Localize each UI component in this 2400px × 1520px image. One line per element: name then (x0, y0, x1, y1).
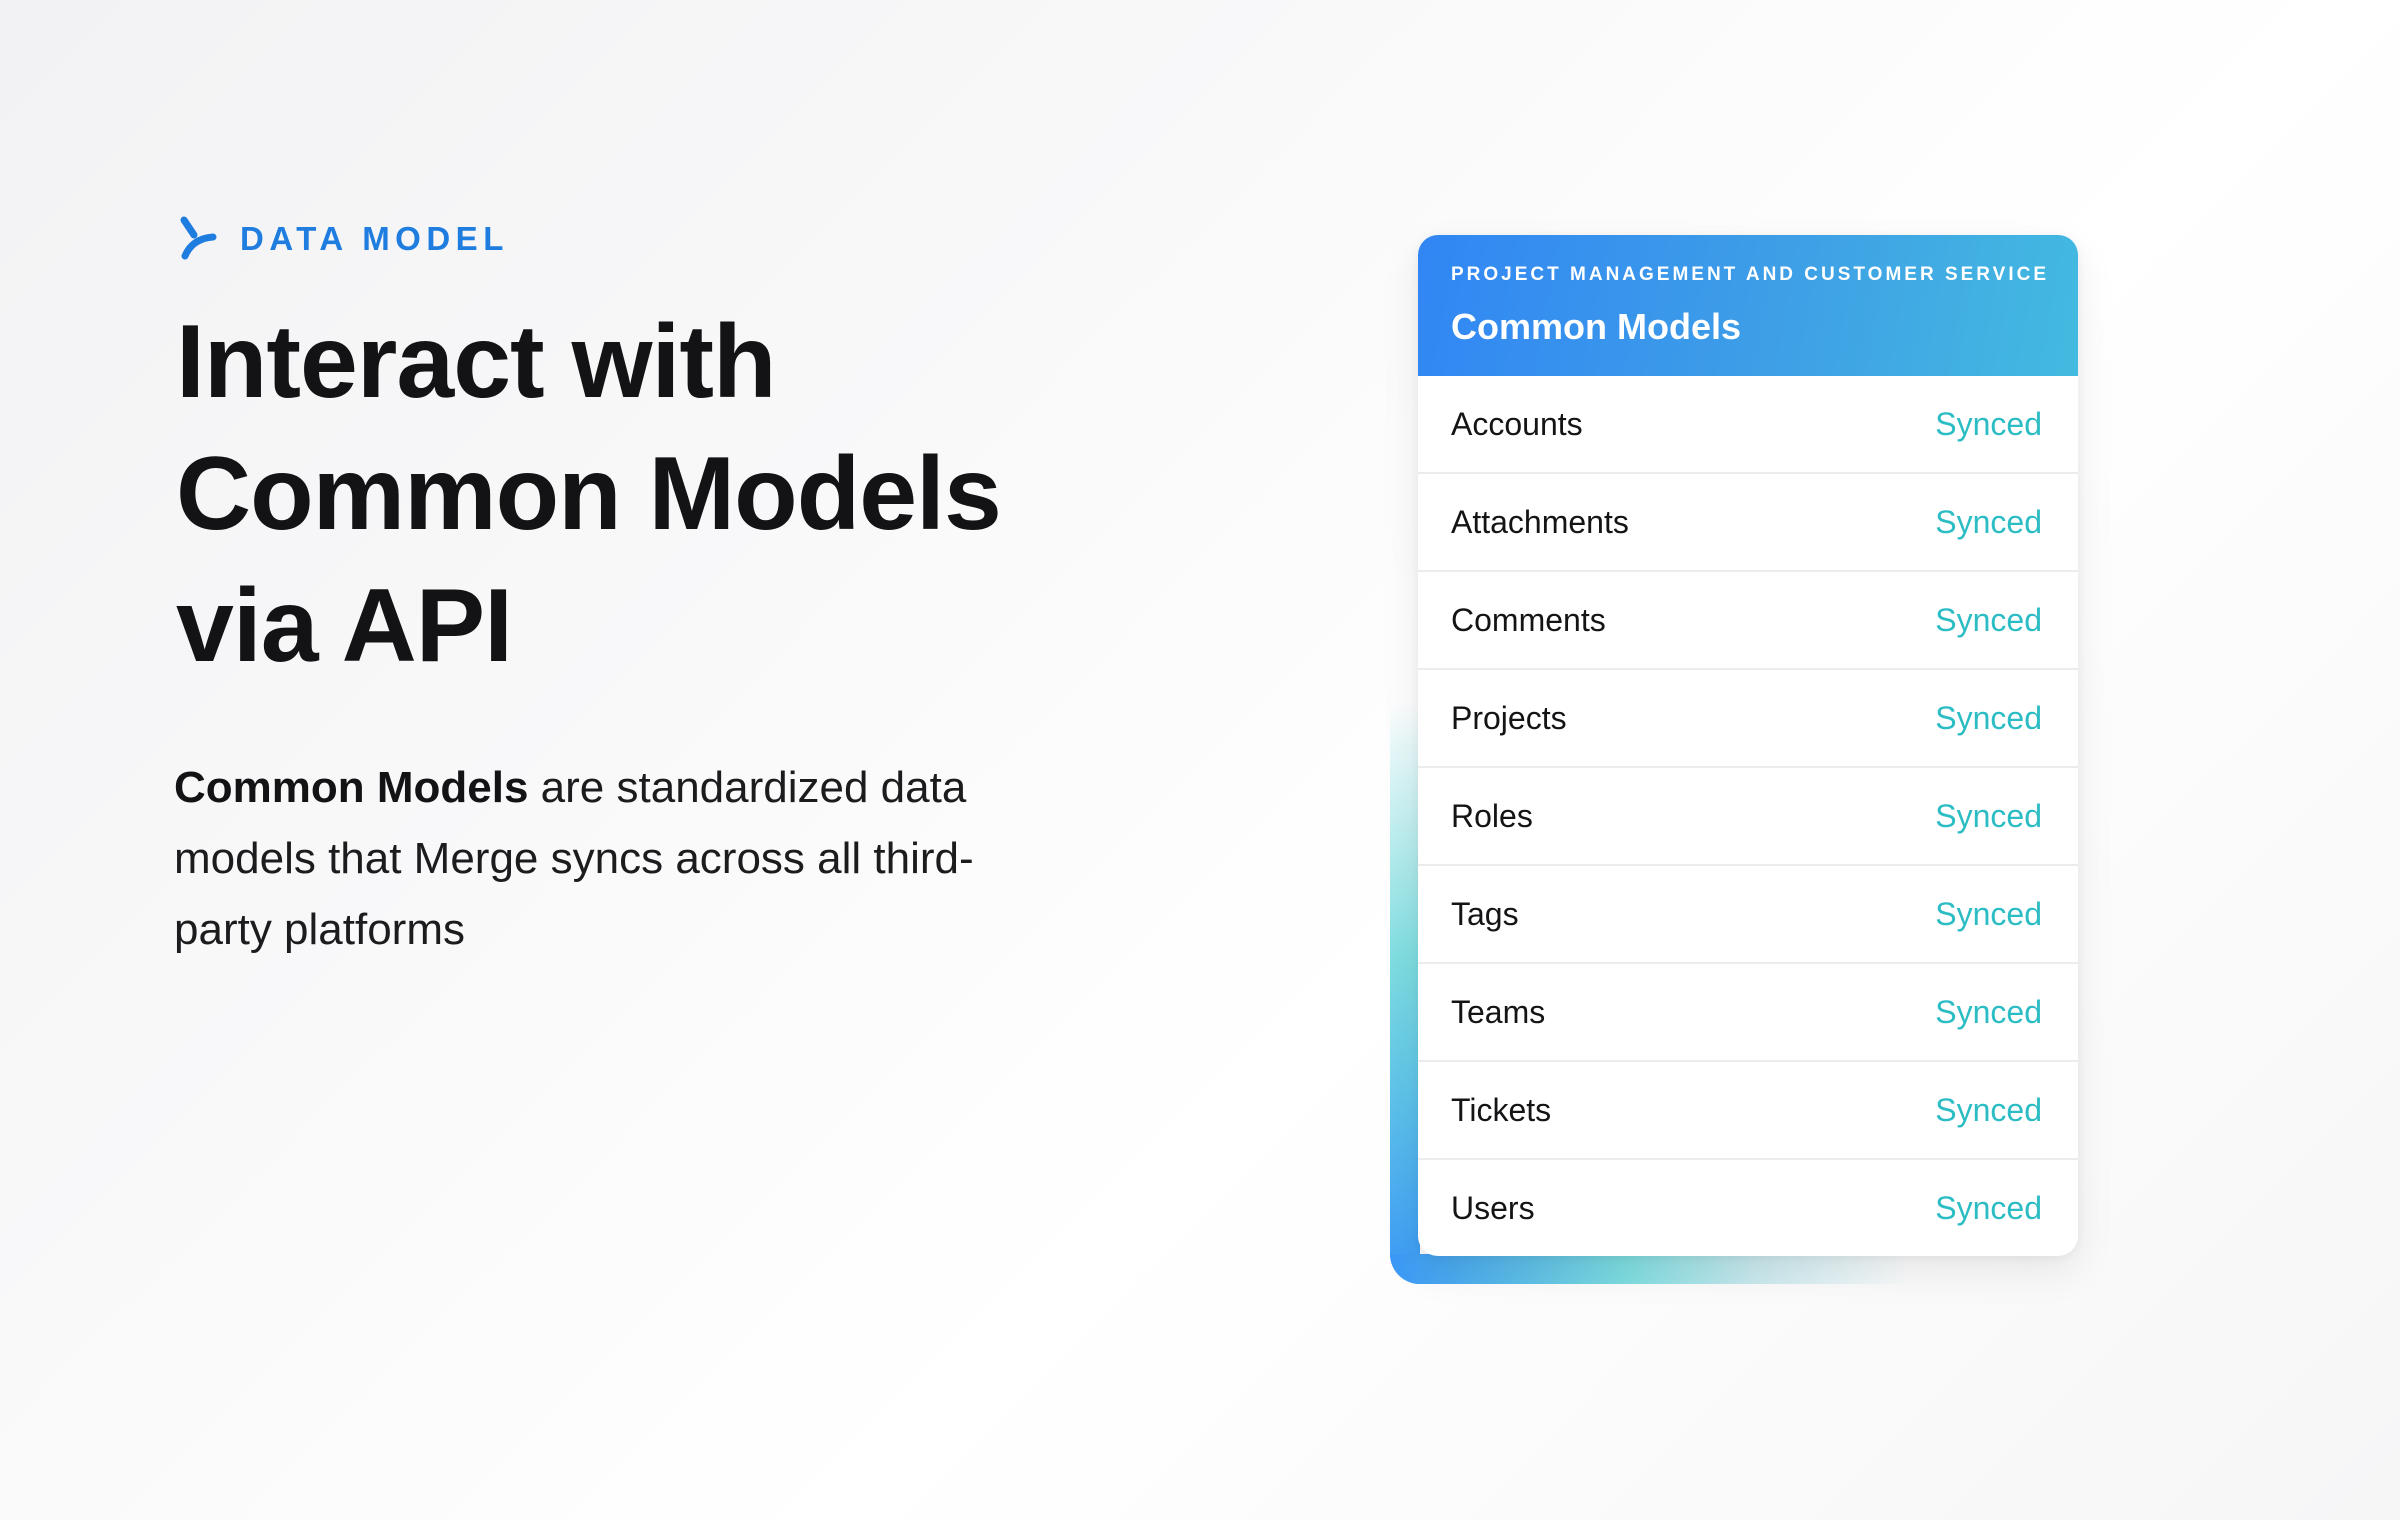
sync-status: Synced (1935, 993, 2042, 1030)
model-row[interactable]: Tickets Synced (1418, 1062, 2078, 1160)
model-row[interactable]: Attachments Synced (1418, 474, 2078, 572)
model-row[interactable]: Roles Synced (1418, 768, 2078, 866)
model-name: Attachments (1451, 503, 1629, 540)
model-name: Roles (1451, 797, 1533, 834)
model-row[interactable]: Teams Synced (1418, 964, 2078, 1062)
frame-left-edge (1390, 700, 1420, 1284)
title-line: Interact with (176, 304, 777, 420)
card-category: PROJECT MANAGEMENT AND CUSTOMER SERVICE (1451, 264, 2050, 285)
model-row[interactable]: Users Synced (1418, 1160, 2078, 1256)
model-row[interactable]: Accounts Synced (1418, 376, 2078, 474)
card-title: Common Models (1451, 306, 1742, 347)
model-row[interactable]: Tags Synced (1418, 866, 2078, 964)
sync-status: Synced (1935, 895, 2042, 932)
title-line: via API (176, 568, 513, 684)
sync-status: Synced (1935, 601, 2042, 638)
model-name: Tags (1451, 895, 1519, 932)
model-name: Users (1451, 1189, 1535, 1226)
sync-status: Synced (1935, 1189, 2042, 1226)
frame-bottom-edge (1390, 1254, 1910, 1284)
model-row[interactable]: Projects Synced (1418, 670, 2078, 768)
description: Common Models are standardized data mode… (174, 752, 1034, 965)
model-name: Projects (1451, 699, 1567, 736)
sync-status: Synced (1935, 797, 2042, 834)
sync-status: Synced (1935, 1091, 2042, 1128)
model-name: Comments (1451, 601, 1606, 638)
page-title: Interact with Common Models via API (176, 296, 1176, 692)
model-name: Teams (1451, 993, 1546, 1030)
model-row[interactable]: Comments Synced (1418, 572, 2078, 670)
sync-status: Synced (1935, 503, 2042, 540)
common-models-card: PROJECT MANAGEMENT AND CUSTOMER SERVICE … (1418, 235, 2078, 1256)
model-name: Accounts (1451, 405, 1583, 442)
title-line: Common Models (176, 436, 1002, 552)
description-bold: Common Models (174, 763, 529, 812)
sync-status: Synced (1935, 699, 2042, 736)
model-list: Accounts Synced Attachments Synced Comme… (1418, 376, 2078, 1256)
section-eyebrow: DATA MODEL (178, 216, 509, 260)
merge-logo-icon (180, 216, 217, 260)
card-header: PROJECT MANAGEMENT AND CUSTOMER SERVICE … (1418, 235, 2078, 376)
sync-status: Synced (1935, 405, 2042, 442)
eyebrow-label: DATA MODEL (240, 219, 509, 257)
model-name: Tickets (1451, 1091, 1552, 1128)
